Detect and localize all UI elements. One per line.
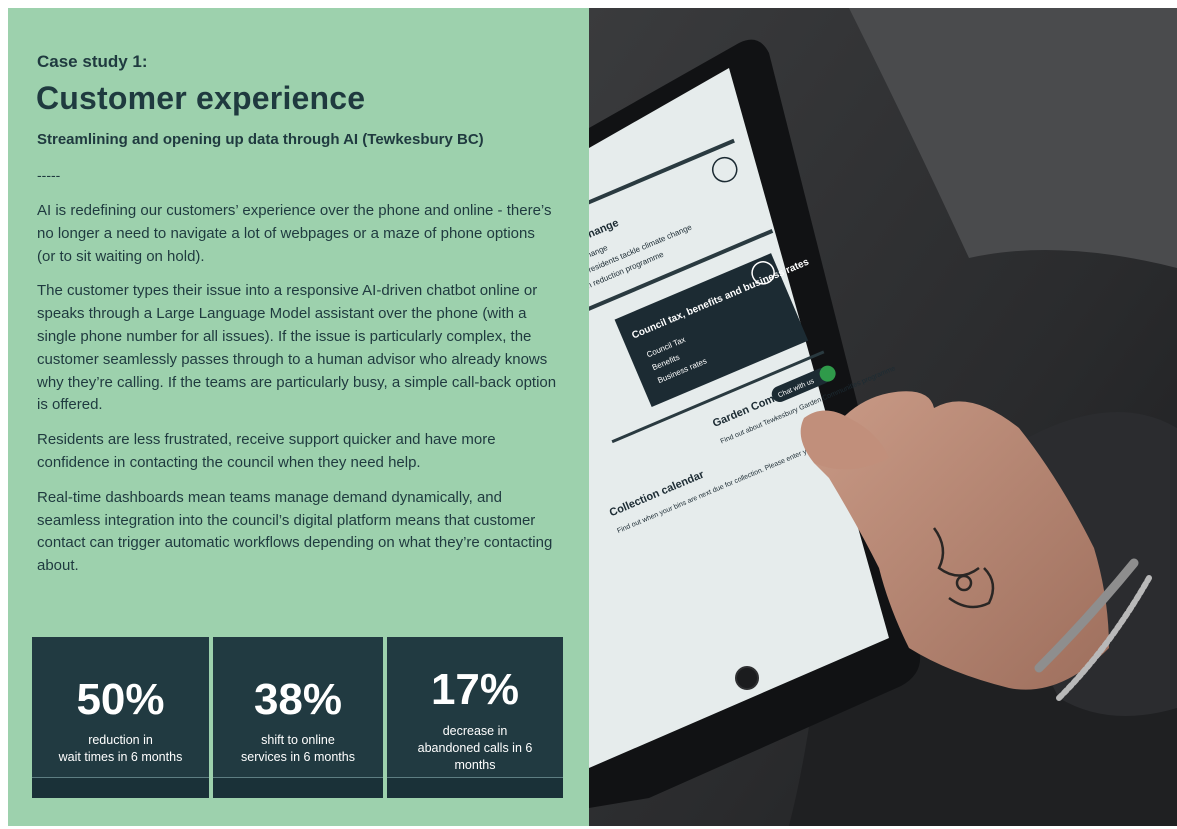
- paragraph-3: Residents are less frustrated, receive s…: [37, 431, 496, 471]
- stat-card-abandoned-calls: 17% decrease in abandoned calls in 6 mon…: [387, 637, 563, 798]
- stat-value: 17%: [430, 665, 520, 714]
- stat-value: 50%: [76, 675, 165, 724]
- stat-label-line: wait times in 6 months: [58, 750, 183, 764]
- tablet-photo-illustration: Climate change Climate change Helping re…: [589, 8, 1177, 826]
- stat-footer-bar: [387, 777, 563, 798]
- stat-label: decrease in abandoned calls in 6 months: [387, 723, 563, 774]
- content-panel: Case study 1: Customer experience Stream…: [8, 8, 589, 826]
- stat-footer-bar: [32, 777, 209, 798]
- case-study-kicker: Case study 1:: [37, 52, 148, 71]
- page-title: Customer experience: [36, 80, 366, 116]
- stat-label: reduction in wait times in 6 months: [32, 732, 209, 766]
- stat-label-line: months: [454, 758, 496, 772]
- stat-label-line: abandoned calls in 6: [417, 741, 533, 755]
- paragraph-2: The customer types their issue into a re…: [37, 282, 557, 414]
- stat-card-wait-times: 50% reduction in wait times in 6 months: [32, 637, 209, 798]
- paragraph-1: AI is redefining our customers’ experien…: [37, 202, 552, 265]
- tablet-photo: Climate change Climate change Helping re…: [589, 8, 1177, 826]
- paragraph-4: Real-time dashboards mean teams manage d…: [37, 488, 553, 575]
- stat-value: 38%: [253, 675, 343, 724]
- stat-footer-bar: [213, 777, 383, 798]
- divider-text: -----: [37, 167, 61, 183]
- page-subtitle: Streamlining and opening up data through…: [37, 131, 484, 148]
- stat-label-line: shift to online: [261, 733, 335, 747]
- home-button: [735, 666, 759, 690]
- body-text: AI is redefining our customers’ experien…: [37, 200, 557, 590]
- stats-row: 50% reduction in wait times in 6 months …: [32, 637, 563, 798]
- stat-label-line: reduction in: [88, 733, 153, 747]
- stat-label-line: services in 6 months: [241, 750, 355, 764]
- stat-card-online-shift: 38% shift to online services in 6 months: [213, 637, 383, 798]
- stat-label-line: decrease in: [442, 724, 508, 738]
- stat-label: shift to online services in 6 months: [213, 732, 383, 766]
